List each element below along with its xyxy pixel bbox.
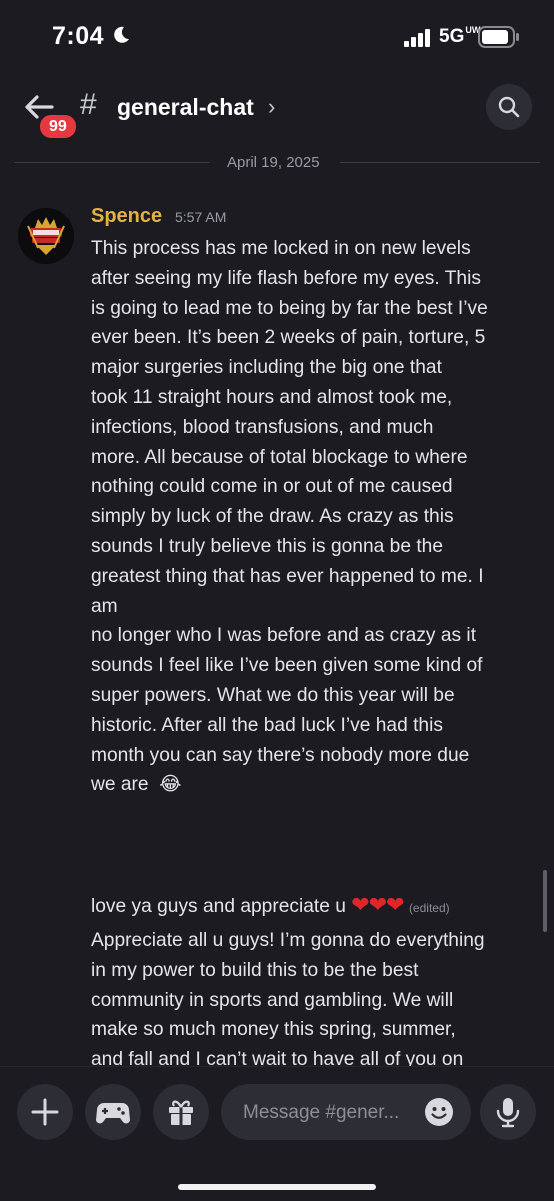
microphone-icon [496,1098,520,1128]
message-line: super powers. What we do this year will … [91,684,455,706]
fantasy-logo-avatar [18,208,74,264]
divider-line [340,162,540,163]
emoji-button[interactable] [424,1097,454,1127]
message-line: we are 😂 [91,770,541,800]
message-timestamp: 5:57 AM [175,209,227,225]
battery-icon [478,26,519,48]
gamepad-icon [96,1103,130,1124]
status-time: 7:04 [52,22,105,50]
message-line: major surgeries including the big one th… [91,357,442,379]
channel-header: 99 # general-chat › [0,76,554,144]
message-line: is going to lead me to being by far the … [91,297,488,319]
microphone-button[interactable] [480,1084,536,1140]
status-bar: 7:04 5GUW [0,0,554,76]
message-line: make so much money this spring, summer, [91,1019,456,1041]
message-line: am [91,595,118,617]
message-input-container [221,1084,471,1140]
message-line: sounds I feel like I’ve been given some … [91,655,483,677]
scrollbar[interactable] [543,870,547,932]
message-line: This process has me locked in on new lev… [91,238,471,259]
message-line: after seeing my life flash before my eye… [91,267,481,289]
message-line: more. All because of total blockage to w… [91,446,468,468]
add-attachment-button[interactable] [17,1084,73,1140]
plus-icon [31,1098,59,1126]
message-line: nothing could come in or out of me cause… [91,476,453,498]
message-input[interactable] [241,1100,415,1126]
message-line: took 11 straight hours and almost took m… [91,386,453,408]
channel-name[interactable]: general-chat [117,94,254,121]
message-line: community in sports and gambling. We wil… [91,989,454,1011]
edited-label: (edited) [408,901,450,915]
message-line-text: we are [91,774,149,796]
message-line: Appreciate all u guys! I’m gonna do ever… [91,930,485,951]
message-line: ever been. It’s been 2 weeks of pain, to… [91,327,486,349]
laughing-emoji-icon: 😂 [159,774,182,796]
message-body: This process has me locked in on new lev… [91,234,541,800]
gift-icon [169,1100,193,1125]
message-author[interactable]: Spence [91,205,162,228]
message-line: greatest thing that has ever happened to… [91,565,484,587]
divider-line [14,162,210,163]
signal-icon [404,29,430,47]
message-line: historic. After all the bad luck I’ve ha… [91,714,443,736]
message-body-appreciate: Appreciate all u guys! I’m gonna do ever… [91,926,541,1071]
message-line: sounds I truly believe this is gonna be … [91,535,443,557]
chevron-right-icon[interactable]: › [268,94,275,120]
message-line: in my power to build this to be the best [91,959,419,981]
activities-button[interactable] [85,1084,141,1140]
message-composer [0,1066,554,1201]
search-icon [498,96,520,118]
search-button[interactable] [486,84,532,130]
home-indicator[interactable] [178,1184,376,1190]
message-line: no longer who I was before and as crazy … [91,625,477,647]
message-line: month you can say there’s nobody more du… [91,744,470,766]
message-line-love: love ya guys and appreciate u ❤❤❤ (edite… [91,890,541,924]
message-line: infections, blood transfusions, and much [91,416,434,438]
date-divider: April 19, 2025 [14,152,540,174]
network-label: 5GUW [439,25,481,48]
message-line: simply by luck of the draw. As crazy as … [91,506,454,528]
message-text: love ya guys and appreciate u [91,896,346,917]
hash-icon: # [80,88,97,121]
moon-icon [114,26,129,43]
avatar[interactable] [18,208,74,264]
unread-badge: 99 [37,112,79,141]
heart-emojis-icon: ❤❤❤ [351,892,404,917]
gift-button[interactable] [153,1084,209,1140]
emoji-icon [425,1098,453,1126]
date-label: April 19, 2025 [227,154,320,171]
